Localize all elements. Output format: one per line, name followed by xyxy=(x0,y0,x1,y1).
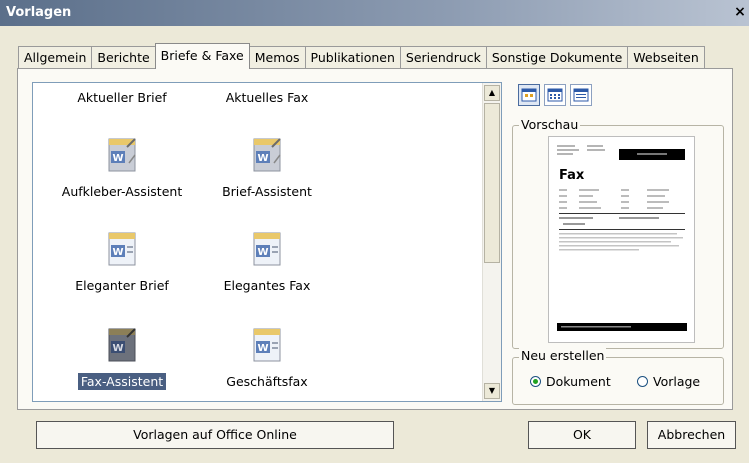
radio-dokument-indicator[interactable] xyxy=(530,376,541,387)
list-item[interactable]: W Brief-Assistent xyxy=(192,135,342,200)
ok-button[interactable]: OK xyxy=(528,421,636,449)
cancel-button[interactable]: Abbrechen xyxy=(647,421,736,449)
svg-text:W: W xyxy=(112,343,123,354)
list-item[interactable]: W Elegantes Fax xyxy=(192,229,342,294)
template-label: Elegantes Fax xyxy=(223,278,311,293)
list-item[interactable]: W Geschäftsfax xyxy=(192,325,342,390)
scroll-thumb[interactable] xyxy=(484,103,500,263)
radio-vorlage-indicator[interactable] xyxy=(637,376,648,387)
wizard-icon: W xyxy=(250,135,284,175)
radio-vorlage[interactable]: Vorlage xyxy=(637,374,700,389)
svg-text:W: W xyxy=(257,247,268,258)
svg-text:W: W xyxy=(112,247,123,258)
title-bar: Vorlagen × xyxy=(0,0,749,26)
list-view-button[interactable] xyxy=(544,84,566,106)
wizard-icon: W xyxy=(105,135,139,175)
create-new-group-label: Neu erstellen xyxy=(519,348,607,363)
vertical-scrollbar[interactable]: ▲ ▼ xyxy=(482,83,501,401)
tab-sonstige-dokumente[interactable]: Sonstige Dokumente xyxy=(485,46,629,68)
template-label: Geschäftsfax xyxy=(226,374,308,389)
tab-allgemein[interactable]: Allgemein xyxy=(18,46,93,68)
list-item[interactable]: Aktuelles Fax xyxy=(192,89,342,106)
office-online-button[interactable]: Vorlagen auf Office Online xyxy=(36,421,394,449)
wizard-icon: W xyxy=(105,325,139,365)
template-list[interactable]: Aktueller Brief Aktuelles Fax W Aufklebe… xyxy=(32,82,502,402)
svg-text:W: W xyxy=(257,153,268,164)
large-icons-view-button[interactable] xyxy=(518,84,540,106)
list-item[interactable]: W Fax-Assistent xyxy=(47,325,197,390)
preview-fax-heading: Fax xyxy=(559,168,585,183)
template-label: Brief-Assistent xyxy=(222,184,312,199)
preview-thumbnail: Fax xyxy=(548,136,695,343)
word-doc-icon: W xyxy=(250,325,284,365)
svg-text:W: W xyxy=(112,153,123,164)
tab-berichte[interactable]: Berichte xyxy=(91,46,156,68)
radio-vorlage-label: Vorlage xyxy=(653,374,701,389)
scroll-down-icon[interactable]: ▼ xyxy=(484,383,500,399)
list-item[interactable]: Aktueller Brief xyxy=(47,89,197,106)
template-label: Fax-Assistent xyxy=(77,373,167,390)
template-label: Aktuelles Fax xyxy=(225,90,309,105)
tab-strip: Allgemein Berichte Briefe & Faxe Memos P… xyxy=(18,43,705,69)
tab-seriendruck[interactable]: Seriendruck xyxy=(399,46,487,68)
word-doc-icon: W xyxy=(105,229,139,269)
template-label: Eleganter Brief xyxy=(75,278,169,293)
tab-publikationen[interactable]: Publikationen xyxy=(304,46,401,68)
list-item[interactable]: W Aufkleber-Assistent xyxy=(47,135,197,200)
svg-text:W: W xyxy=(257,343,268,354)
tab-webseiten[interactable]: Webseiten xyxy=(627,46,705,68)
preview-group-label: Vorschau xyxy=(519,117,581,132)
details-view-button[interactable] xyxy=(570,84,592,106)
radio-dokument[interactable]: Dokument xyxy=(530,374,611,389)
template-label: Aktueller Brief xyxy=(77,90,167,105)
window-title: Vorlagen xyxy=(6,5,72,20)
tab-memos[interactable]: Memos xyxy=(248,46,306,68)
word-doc-icon: W xyxy=(250,229,284,269)
radio-dokument-label: Dokument xyxy=(546,374,611,389)
template-label: Aufkleber-Assistent xyxy=(61,184,183,199)
list-item[interactable]: W Eleganter Brief xyxy=(47,229,197,294)
close-icon[interactable]: × xyxy=(733,4,747,20)
fax-preview-image: Fax xyxy=(557,145,687,331)
scroll-up-icon[interactable]: ▲ xyxy=(484,85,500,101)
tab-briefe-faxe[interactable]: Briefe & Faxe xyxy=(154,43,250,69)
